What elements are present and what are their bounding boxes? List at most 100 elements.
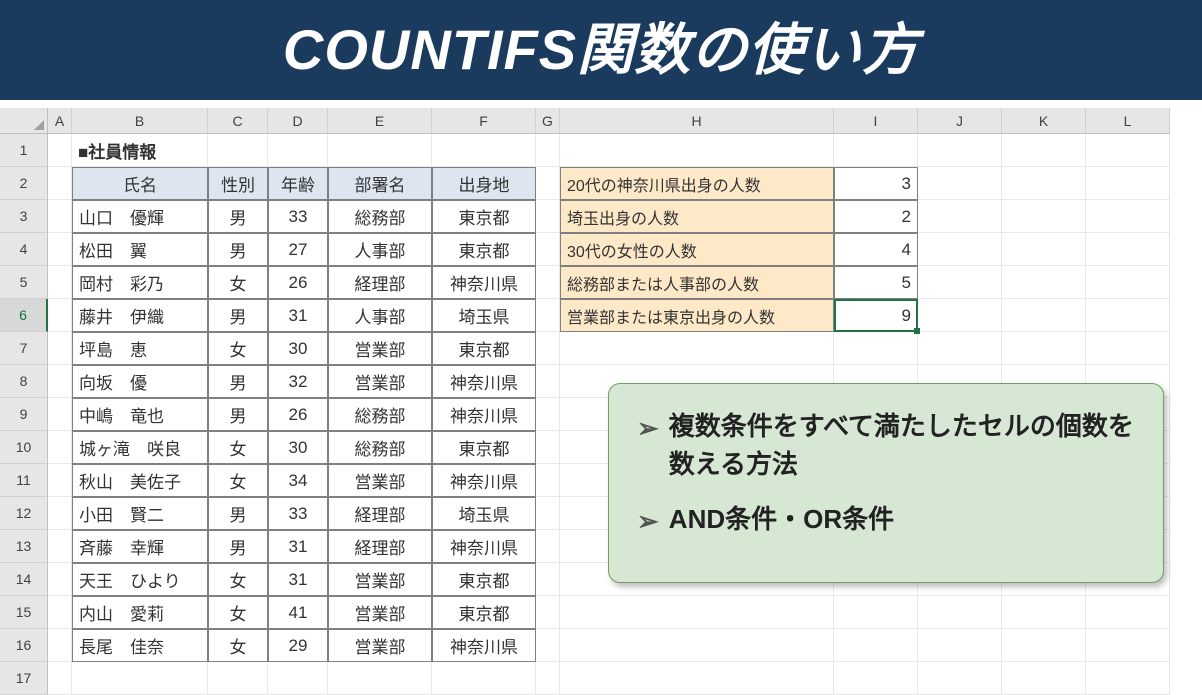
cell-B9[interactable]: 中嶋 竜也 [72,398,208,431]
cell-K17[interactable] [1002,662,1086,695]
select-all-corner[interactable] [0,108,48,134]
cell-D13[interactable]: 31 [268,530,328,563]
cell-J7[interactable] [918,332,1002,365]
cell-A11[interactable] [48,464,72,497]
cell-E14[interactable]: 営業部 [328,563,432,596]
cell-F11[interactable]: 神奈川県 [432,464,536,497]
cell-L3[interactable] [1086,200,1170,233]
cell-B8[interactable]: 向坂 優 [72,365,208,398]
col-header-A[interactable]: A [48,108,72,134]
cell-E15[interactable]: 営業部 [328,596,432,629]
cell-E6[interactable]: 人事部 [328,299,432,332]
cell-H17[interactable] [560,662,834,695]
cell-B3[interactable]: 山口 優輝 [72,200,208,233]
cell-B1[interactable]: ■社員情報 [72,134,208,167]
cell-C2[interactable]: 性別 [208,167,268,200]
cell-C7[interactable]: 女 [208,332,268,365]
cell-J3[interactable] [918,200,1002,233]
cell-G11[interactable] [536,464,560,497]
cell-D9[interactable]: 26 [268,398,328,431]
cell-C5[interactable]: 女 [208,266,268,299]
cell-B2[interactable]: 氏名 [72,167,208,200]
cell-G2[interactable] [536,167,560,200]
cell-A1[interactable] [48,134,72,167]
cell-A7[interactable] [48,332,72,365]
cell-D2[interactable]: 年齢 [268,167,328,200]
cell-C10[interactable]: 女 [208,431,268,464]
row-header-15[interactable]: 15 [0,596,48,629]
cell-F9[interactable]: 神奈川県 [432,398,536,431]
cell-G5[interactable] [536,266,560,299]
cell-F3[interactable]: 東京都 [432,200,536,233]
row-header-11[interactable]: 11 [0,464,48,497]
row-header-10[interactable]: 10 [0,431,48,464]
cell-A4[interactable] [48,233,72,266]
cell-D5[interactable]: 26 [268,266,328,299]
cell-I1[interactable] [834,134,918,167]
cell-B14[interactable]: 天王 ひより [72,563,208,596]
cell-K15[interactable] [1002,596,1086,629]
cell-A3[interactable] [48,200,72,233]
cell-K4[interactable] [1002,233,1086,266]
cell-J1[interactable] [918,134,1002,167]
cell-D4[interactable]: 27 [268,233,328,266]
cell-F7[interactable]: 東京都 [432,332,536,365]
cell-F10[interactable]: 東京都 [432,431,536,464]
row-header-1[interactable]: 1 [0,134,48,167]
cell-B17[interactable] [72,662,208,695]
col-header-D[interactable]: D [268,108,328,134]
cell-K5[interactable] [1002,266,1086,299]
cell-C9[interactable]: 男 [208,398,268,431]
cell-F5[interactable]: 神奈川県 [432,266,536,299]
cell-F13[interactable]: 神奈川県 [432,530,536,563]
col-header-K[interactable]: K [1002,108,1086,134]
cell-L15[interactable] [1086,596,1170,629]
cell-E16[interactable]: 営業部 [328,629,432,662]
cell-D12[interactable]: 33 [268,497,328,530]
col-header-J[interactable]: J [918,108,1002,134]
cell-B13[interactable]: 斉藤 幸輝 [72,530,208,563]
cell-H7[interactable] [560,332,834,365]
cell-A17[interactable] [48,662,72,695]
col-header-I[interactable]: I [834,108,918,134]
cell-G17[interactable] [536,662,560,695]
cell-E2[interactable]: 部署名 [328,167,432,200]
cell-I17[interactable] [834,662,918,695]
cell-A8[interactable] [48,365,72,398]
cell-B15[interactable]: 内山 愛莉 [72,596,208,629]
cell-C15[interactable]: 女 [208,596,268,629]
cell-G15[interactable] [536,596,560,629]
cell-E17[interactable] [328,662,432,695]
cell-J17[interactable] [918,662,1002,695]
cell-C1[interactable] [208,134,268,167]
cell-G9[interactable] [536,398,560,431]
cell-L7[interactable] [1086,332,1170,365]
cell-K7[interactable] [1002,332,1086,365]
cell-C8[interactable]: 男 [208,365,268,398]
cell-L17[interactable] [1086,662,1170,695]
cell-D7[interactable]: 30 [268,332,328,365]
cell-E11[interactable]: 営業部 [328,464,432,497]
cell-C4[interactable]: 男 [208,233,268,266]
cell-H5[interactable]: 総務部または人事部の人数 [560,266,834,299]
cell-B4[interactable]: 松田 翼 [72,233,208,266]
cell-F15[interactable]: 東京都 [432,596,536,629]
col-header-G[interactable]: G [536,108,560,134]
cell-L6[interactable] [1086,299,1170,332]
cell-F4[interactable]: 東京都 [432,233,536,266]
cell-E1[interactable] [328,134,432,167]
cell-D16[interactable]: 29 [268,629,328,662]
cell-K6[interactable] [1002,299,1086,332]
cell-H16[interactable] [560,629,834,662]
row-header-3[interactable]: 3 [0,200,48,233]
cell-K1[interactable] [1002,134,1086,167]
cell-D17[interactable] [268,662,328,695]
row-header-12[interactable]: 12 [0,497,48,530]
cell-B16[interactable]: 長尾 佳奈 [72,629,208,662]
row-header-9[interactable]: 9 [0,398,48,431]
cell-D1[interactable] [268,134,328,167]
cell-E9[interactable]: 総務部 [328,398,432,431]
cell-C16[interactable]: 女 [208,629,268,662]
cell-D15[interactable]: 41 [268,596,328,629]
row-header-17[interactable]: 17 [0,662,48,695]
